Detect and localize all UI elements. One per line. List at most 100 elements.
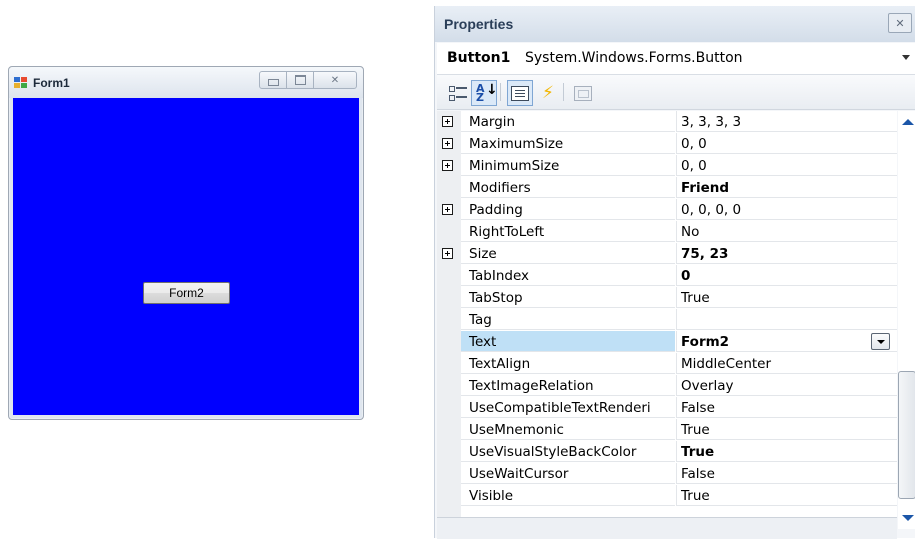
caption-buttons: ✕: [259, 71, 357, 89]
property-name[interactable]: Padding: [461, 199, 675, 220]
scrollbar-thumb[interactable]: [898, 371, 915, 499]
form-app-icon: [14, 77, 28, 89]
expand-plus-icon[interactable]: [442, 248, 453, 259]
minimize-icon: [260, 72, 286, 88]
properties-icon: [511, 85, 529, 101]
form1-titlebar[interactable]: Form1 ✕: [9, 67, 363, 98]
property-row-maximumsize[interactable]: MaximumSize 0, 0: [437, 133, 897, 155]
object-name: Button1: [447, 50, 511, 66]
property-row-tabindex[interactable]: TabIndex 0: [437, 265, 897, 287]
property-name[interactable]: TabIndex: [461, 265, 675, 286]
property-row-size[interactable]: Size 75, 23: [437, 243, 897, 265]
events-button[interactable]: ⚡: [535, 80, 561, 106]
property-value[interactable]: 0, 0: [676, 133, 897, 154]
property-value[interactable]: False: [676, 397, 897, 418]
property-row-righttoleft[interactable]: RightToLeft No: [437, 221, 897, 243]
form1-title: Form1: [33, 76, 70, 90]
object-type: System.Windows.Forms.Button: [525, 50, 743, 66]
expand-plus-icon[interactable]: [442, 160, 453, 171]
property-row-textimagerelation[interactable]: TextImageRelation Overlay: [437, 375, 897, 397]
categorized-icon: [449, 85, 467, 101]
properties-close-button[interactable]: ✕: [888, 13, 912, 33]
form1-client-area[interactable]: Form2: [13, 98, 359, 415]
property-value[interactable]: No: [676, 221, 897, 242]
property-row-minimumsize[interactable]: MinimumSize 0, 0: [437, 155, 897, 177]
expand-plus-icon[interactable]: [442, 204, 453, 215]
properties-title: Properties: [444, 16, 514, 32]
toolbar-separator: [500, 83, 501, 101]
property-value[interactable]: 3, 3, 3, 3: [676, 111, 897, 132]
property-name[interactable]: Tag: [461, 309, 675, 330]
property-value[interactable]: 75, 23: [676, 243, 897, 264]
property-name[interactable]: UseMnemonic: [461, 419, 675, 440]
categorized-button[interactable]: [445, 80, 471, 106]
scroll-up-icon[interactable]: [902, 119, 914, 125]
expand-plus-icon[interactable]: [442, 138, 453, 149]
property-row-padding[interactable]: Padding 0, 0, 0, 0: [437, 199, 897, 221]
property-name[interactable]: Modifiers: [461, 177, 675, 198]
property-value[interactable]: True: [676, 287, 897, 308]
property-value[interactable]: 0: [676, 265, 897, 286]
properties-button[interactable]: [507, 80, 533, 106]
property-name[interactable]: RightToLeft: [461, 221, 675, 242]
property-name[interactable]: TextImageRelation: [461, 375, 675, 396]
close-button[interactable]: ✕: [313, 71, 357, 89]
property-name[interactable]: UseWaitCursor: [461, 463, 675, 484]
property-grid-scrollbar[interactable]: [898, 111, 915, 529]
property-value[interactable]: True: [676, 441, 897, 462]
property-row-text[interactable]: Text Form2: [437, 331, 897, 353]
property-grid: Margin 3, 3, 3, 3 MaximumSize 0, 0 MinimumSi…: [437, 111, 897, 517]
scroll-down-icon[interactable]: [902, 515, 914, 521]
property-row-tag[interactable]: Tag: [437, 309, 897, 331]
property-name[interactable]: UseVisualStyleBackColor: [461, 441, 675, 462]
minimize-button[interactable]: [259, 71, 287, 89]
alphabetical-button[interactable]: A Z ↓: [471, 80, 498, 106]
form2-button[interactable]: Form2: [143, 282, 230, 304]
object-selector-dropdown[interactable]: Button1 System.Windows.Forms.Button: [437, 43, 915, 75]
property-value[interactable]: Friend: [676, 177, 897, 198]
property-name[interactable]: TextAlign: [461, 353, 675, 374]
property-value[interactable]: False: [676, 463, 897, 484]
property-value[interactable]: 0, 0: [676, 155, 897, 176]
property-name[interactable]: MaximumSize: [461, 133, 675, 154]
expand-plus-icon[interactable]: [442, 116, 453, 127]
property-row-tabstop[interactable]: TabStop True: [437, 287, 897, 309]
events-lightning-icon: ⚡: [542, 83, 554, 103]
property-row-usemnemonic[interactable]: UseMnemonic True: [437, 419, 897, 441]
maximize-icon: [287, 72, 313, 88]
maximize-button[interactable]: [286, 71, 314, 89]
chevron-down-icon: [902, 55, 910, 60]
properties-header: Properties ✕: [435, 6, 915, 42]
close-icon: ✕: [330, 74, 340, 86]
alphabetical-sort-icon: A Z ↓: [476, 82, 498, 104]
property-row-visible[interactable]: Visible True: [437, 485, 897, 507]
close-icon: ✕: [895, 16, 905, 30]
property-value[interactable]: 0, 0, 0, 0: [676, 199, 897, 220]
property-name[interactable]: TabStop: [461, 287, 675, 308]
property-name[interactable]: Visible: [461, 485, 675, 506]
property-row-usecompatibletextrenderi[interactable]: UseCompatibleTextRenderi False: [437, 397, 897, 419]
property-name[interactable]: Text: [461, 331, 675, 352]
properties-description-area: [437, 517, 897, 539]
property-row-usevisualstylebackcolor[interactable]: UseVisualStyleBackColor True: [437, 441, 897, 463]
property-row-modifiers[interactable]: Modifiers Friend: [437, 177, 897, 199]
property-name[interactable]: MinimumSize: [461, 155, 675, 176]
properties-toolbar: A Z ↓ ⚡: [437, 75, 915, 110]
property-value[interactable]: Overlay: [676, 375, 897, 396]
property-row-usewaitcursor[interactable]: UseWaitCursor False: [437, 463, 897, 485]
property-row-textalign[interactable]: TextAlign MiddleCenter: [437, 353, 897, 375]
property-value[interactable]: True: [676, 485, 897, 506]
property-value[interactable]: MiddleCenter: [676, 353, 897, 374]
toolbar-separator: [563, 83, 564, 101]
property-pages-button[interactable]: [570, 80, 596, 106]
property-name[interactable]: Margin: [461, 111, 675, 132]
property-value[interactable]: [676, 309, 897, 330]
property-name[interactable]: UseCompatibleTextRenderi: [461, 397, 675, 418]
property-name[interactable]: Size: [461, 243, 675, 264]
form1-window[interactable]: Form1 ✕ Form2: [8, 66, 364, 420]
property-value[interactable]: Form2: [676, 331, 897, 352]
property-value[interactable]: True: [676, 419, 897, 440]
value-dropdown-button[interactable]: [871, 333, 890, 350]
property-row-margin[interactable]: Margin 3, 3, 3, 3: [437, 111, 897, 133]
property-pages-icon: [574, 85, 592, 101]
